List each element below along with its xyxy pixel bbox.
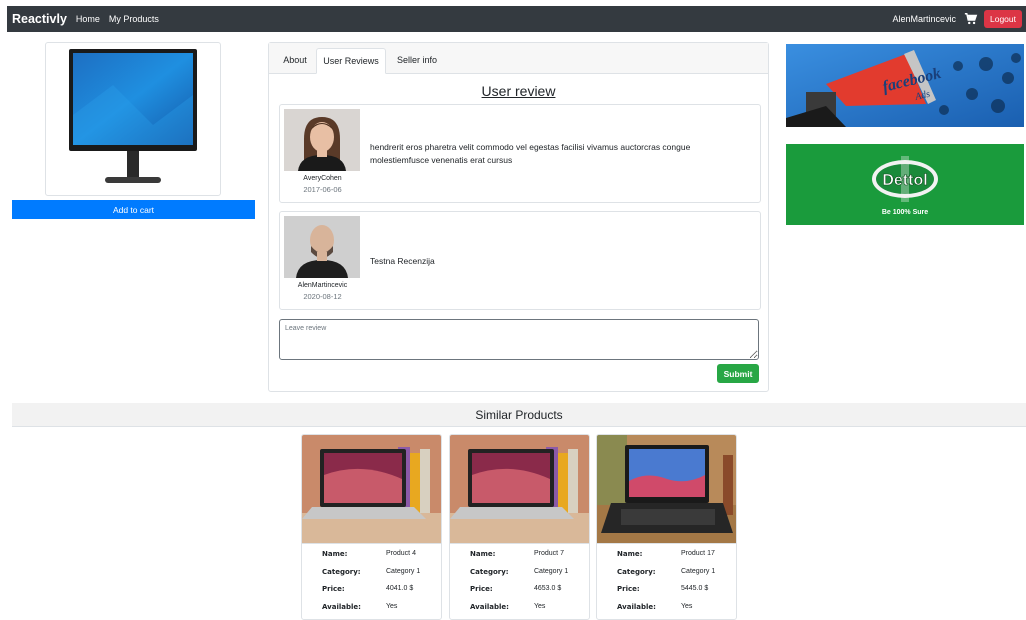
brand-logo[interactable]: Reactivly xyxy=(12,12,67,26)
review-text: hendrerit eros pharetra velit commodo ve… xyxy=(370,142,691,165)
add-to-cart-button[interactable]: Add to cart xyxy=(12,200,255,219)
tab-user-reviews[interactable]: User Reviews xyxy=(316,48,386,74)
similar-products-heading: Similar Products xyxy=(12,403,1026,427)
dettol-logo-text: Dettol xyxy=(882,172,927,189)
field-label-category: Category: xyxy=(470,568,509,576)
field-label-available: Available: xyxy=(322,603,361,611)
dettol-tagline: Be 100% Sure xyxy=(882,209,928,216)
field-label-price: Price: xyxy=(322,585,345,593)
field-label-name: Name: xyxy=(470,550,496,558)
field-label-name: Name: xyxy=(322,550,348,558)
field-label-category: Category: xyxy=(617,568,656,576)
field-label-category: Category: xyxy=(322,568,361,576)
product-card[interactable]: Name: Product 17 Category: Category 1 Pric… xyxy=(596,434,737,620)
monitor-image xyxy=(69,49,197,183)
reviewer-name: AveryCohen xyxy=(303,175,342,182)
product-image xyxy=(302,435,441,543)
review-section-title: User review xyxy=(481,83,556,99)
field-label-available: Available: xyxy=(617,603,656,611)
product-details: Name: Product 4 Category: Category 1 Price… xyxy=(302,543,441,619)
navbar: Reactivly Home My Products AlenMartincev… xyxy=(7,6,1026,32)
nav-link-my-products[interactable]: My Products xyxy=(109,14,159,24)
product-available: Yes xyxy=(681,603,693,610)
tab-bar: About User Reviews Seller info xyxy=(269,43,768,74)
reviewer-name: AlenMartincevic xyxy=(297,282,348,289)
product-name: Product 4 xyxy=(386,550,416,557)
submit-button[interactable]: Submit xyxy=(717,364,759,383)
product-name: Product 7 xyxy=(534,550,564,557)
product-price: 4653.0 $ xyxy=(534,585,562,592)
field-label-price: Price: xyxy=(470,585,493,593)
tab-about[interactable]: About xyxy=(277,48,313,74)
product-category: Category 1 xyxy=(386,568,421,575)
review-item: AveryCohen 2017-06-06 hendrerit eros pha… xyxy=(279,104,761,203)
product-details: Name: Product 7 Category: Category 1 Price… xyxy=(450,543,589,619)
product-name: Product 17 xyxy=(681,550,715,557)
product-details: Name: Product 17 Category: Category 1 Pric… xyxy=(597,543,736,619)
avatar xyxy=(284,109,360,171)
username[interactable]: AlenMartincevic xyxy=(892,14,956,24)
product-image-card xyxy=(45,42,221,196)
product-available: Yes xyxy=(534,603,546,610)
review-date: 2017-06-06 xyxy=(303,185,342,194)
field-label-available: Available: xyxy=(470,603,509,611)
product-image xyxy=(450,435,589,543)
product-category: Category 1 xyxy=(681,568,716,575)
avatar xyxy=(284,216,360,278)
review-text: Testna Recenzija xyxy=(370,256,435,266)
dettol-banner[interactable]: Dettol Be 100% Sure xyxy=(786,144,1024,225)
review-date: 2020-08-12 xyxy=(303,292,342,301)
field-label-price: Price: xyxy=(617,585,640,593)
product-image xyxy=(597,435,736,543)
nav-link-home[interactable]: Home xyxy=(76,14,100,24)
reviews-card: About User Reviews Seller info User revi… xyxy=(268,42,769,392)
field-label-name: Name: xyxy=(617,550,643,558)
product-card[interactable]: Name: Product 7 Category: Category 1 Price… xyxy=(449,434,590,620)
product-price: 4041.0 $ xyxy=(386,585,414,592)
navbar-right: AlenMartincevic Logout xyxy=(892,10,1026,28)
facebook-ads-banner[interactable]: facebook Ads xyxy=(786,44,1024,127)
product-category: Category 1 xyxy=(534,568,569,575)
review-item: AlenMartincevic 2020-08-12 Testna Recenz… xyxy=(279,211,761,310)
product-price: 5445.0 $ xyxy=(681,585,709,592)
product-card[interactable]: Name: Product 4 Category: Category 1 Price… xyxy=(301,434,442,620)
product-available: Yes xyxy=(386,603,398,610)
shopping-cart-icon[interactable] xyxy=(964,12,978,26)
tab-seller-info[interactable]: Seller info xyxy=(390,48,444,74)
review-input[interactable] xyxy=(279,319,759,360)
logout-button[interactable]: Logout xyxy=(984,10,1022,28)
